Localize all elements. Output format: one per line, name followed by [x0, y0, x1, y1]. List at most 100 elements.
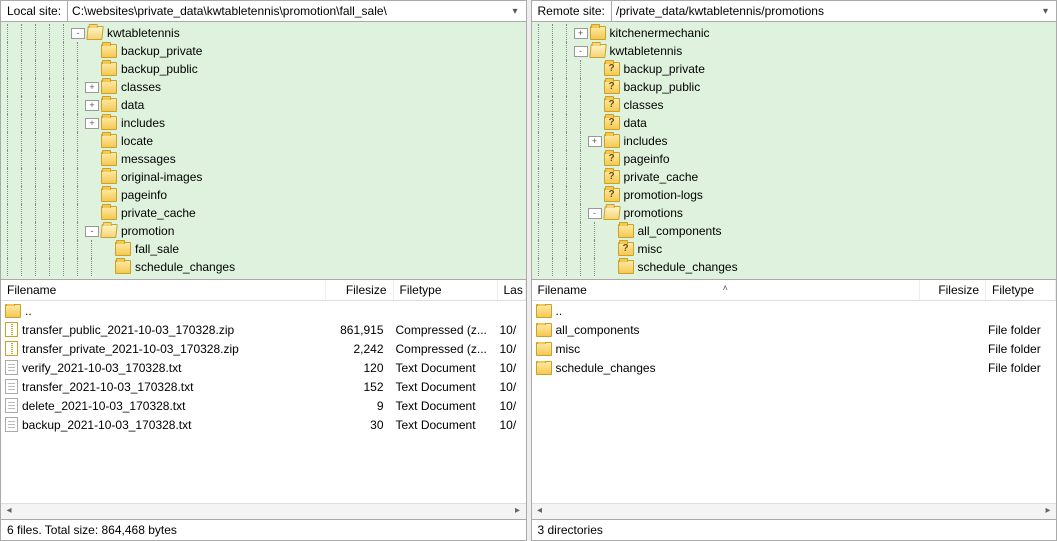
chevron-down-icon[interactable]: ▾ [508, 6, 521, 17]
file-text-icon [5, 398, 18, 413]
tree-item[interactable]: +includes [1, 114, 526, 132]
remote-list-header[interactable]: Filename ˄ Filesize Filetype [532, 280, 1057, 301]
remote-status: 3 directories [532, 519, 1057, 540]
scroll-left-icon[interactable]: ◂ [532, 504, 548, 519]
col-modified[interactable]: Las [498, 280, 526, 300]
tree-item[interactable]: + classes [1, 78, 526, 96]
tree-item[interactable]: +backup_private [1, 42, 526, 60]
tree-item-label: includes [624, 134, 668, 148]
tree-item[interactable]: +locate [1, 132, 526, 150]
tree-item[interactable]: +all_components [532, 222, 1057, 240]
col-filetype[interactable]: Filetype [986, 280, 1056, 300]
folder-icon [604, 134, 620, 148]
tree-item[interactable]: +schedule_changes [1, 258, 526, 276]
collapse-icon[interactable]: - [574, 46, 588, 57]
tree-item-label: backup_public [121, 62, 198, 76]
col-filesize[interactable]: Filesize [920, 280, 986, 300]
tree-item[interactable]: +backup_public [1, 60, 526, 78]
collapse-icon[interactable]: - [71, 28, 85, 39]
list-row[interactable]: transfer_private_2021-10-03_170328.zip2,… [1, 339, 526, 358]
tree-item[interactable]: +kitchenermechanic [532, 24, 1057, 42]
remote-list-body[interactable]: ..all_componentsFile folder misc File fold… [532, 301, 1057, 503]
folder-unknown-icon: ? [604, 98, 620, 112]
file-size: 861,915 [328, 323, 390, 337]
tree-item[interactable]: +?misc [532, 240, 1057, 258]
file-name: misc [556, 342, 581, 356]
folder-open-icon [589, 44, 606, 58]
tree-item[interactable]: +original-images [1, 168, 526, 186]
tree-item[interactable]: - kwtabletennis [1, 24, 526, 42]
expand-icon[interactable]: + [85, 100, 99, 111]
tree-item-label: data [121, 98, 144, 112]
tree-item[interactable]: +pageinfo [1, 186, 526, 204]
list-row[interactable]: verify_2021-10-03_170328.txt120Text Docu… [1, 358, 526, 377]
tree-item[interactable]: +private_cache [1, 204, 526, 222]
scroll-right-icon[interactable]: ▸ [510, 504, 526, 519]
tree-item[interactable]: + data [1, 96, 526, 114]
scrollbar[interactable]: ◂ ▸ [1, 503, 526, 519]
tree-item-label: classes [624, 98, 664, 112]
expand-icon[interactable]: + [85, 118, 99, 129]
list-row[interactable]: .. [532, 301, 1057, 320]
expand-icon[interactable]: + [85, 82, 99, 93]
folder-unknown-icon: ? [604, 80, 620, 94]
local-list-header[interactable]: Filename Filesize Filetype Las [1, 280, 526, 301]
remote-tree[interactable]: +kitchenermechanic-kwtabletennis+?backup… [532, 22, 1057, 280]
folder-icon [101, 152, 117, 166]
tree-item[interactable]: +fall_sale [1, 240, 526, 258]
col-filetype[interactable]: Filetype [394, 280, 498, 300]
file-zip-icon [5, 341, 18, 356]
folder-icon [536, 361, 552, 375]
tree-item[interactable]: -promotions [532, 204, 1057, 222]
file-type: File folder [982, 342, 1052, 356]
expand-icon[interactable]: + [588, 136, 602, 147]
tree-item[interactable]: +schedule_changes [532, 258, 1057, 276]
local-path-bar: Local site: C:\websites\private_data\kwt… [1, 1, 526, 22]
list-row[interactable]: .. [1, 301, 526, 320]
list-row[interactable]: delete_2021-10-03_170328.txt9Text Docume… [1, 396, 526, 415]
tree-item-label: locate [121, 134, 153, 148]
local-list: Filename Filesize Filetype Las ..transfe… [1, 280, 526, 519]
list-row[interactable]: transfer_public_2021-10-03_170328.zip861… [1, 320, 526, 339]
remote-path-select[interactable]: /private_data/kwtabletennis/promotions ▾ [612, 2, 1056, 20]
list-row[interactable]: all_componentsFile folder [532, 320, 1057, 339]
file-modified: 10/ [494, 399, 522, 413]
tree-item[interactable]: + includes [532, 132, 1057, 150]
file-name: delete_2021-10-03_170328.txt [22, 399, 185, 413]
tree-item[interactable]: +?pageinfo [532, 150, 1057, 168]
tree-item[interactable]: +?data [532, 114, 1057, 132]
scrollbar[interactable]: ◂ ▸ [532, 503, 1057, 519]
col-filename[interactable]: Filename ˄ [532, 280, 921, 300]
list-row[interactable]: backup_2021-10-03_170328.txt30Text Docum… [1, 415, 526, 434]
expand-icon[interactable]: + [574, 28, 588, 39]
local-path-select[interactable]: C:\websites\private_data\kwtabletennis\p… [68, 2, 525, 20]
tree-item[interactable]: +?promotion-logs [532, 186, 1057, 204]
col-filename[interactable]: Filename [1, 280, 326, 300]
collapse-icon[interactable]: - [85, 226, 99, 237]
local-list-body[interactable]: ..transfer_public_2021-10-03_170328.zip8… [1, 301, 526, 503]
tree-item[interactable]: +?backup_public [532, 78, 1057, 96]
remote-path-value: /private_data/kwtabletennis/promotions [616, 4, 824, 18]
scroll-right-icon[interactable]: ▸ [1040, 504, 1056, 519]
tree-item[interactable]: -kwtabletennis [532, 42, 1057, 60]
local-path-value: C:\websites\private_data\kwtabletennis\p… [72, 4, 387, 18]
col-filesize[interactable]: Filesize [326, 280, 394, 300]
collapse-icon[interactable]: - [588, 208, 602, 219]
local-tree[interactable]: -kwtabletennis+backup_private+backup_pub… [1, 22, 526, 280]
list-row[interactable]: schedule_changesFile folder [532, 358, 1057, 377]
chevron-down-icon[interactable]: ▾ [1039, 6, 1052, 17]
folder-icon [101, 170, 117, 184]
list-row[interactable]: misc File folder [532, 339, 1057, 358]
tree-item[interactable]: +?private_cache [532, 168, 1057, 186]
tree-item-label: classes [121, 80, 161, 94]
file-text-icon [5, 379, 18, 394]
tree-item[interactable]: +?classes [532, 96, 1057, 114]
tree-item[interactable]: -promotion [1, 222, 526, 240]
file-type: Text Document [390, 418, 494, 432]
tree-item[interactable]: +?backup_private [532, 60, 1057, 78]
folder-icon [101, 62, 117, 76]
list-row[interactable]: transfer_2021-10-03_170328.txt152Text Do… [1, 377, 526, 396]
tree-item-label: kwtabletennis [107, 26, 180, 40]
scroll-left-icon[interactable]: ◂ [1, 504, 17, 519]
tree-item[interactable]: +messages [1, 150, 526, 168]
